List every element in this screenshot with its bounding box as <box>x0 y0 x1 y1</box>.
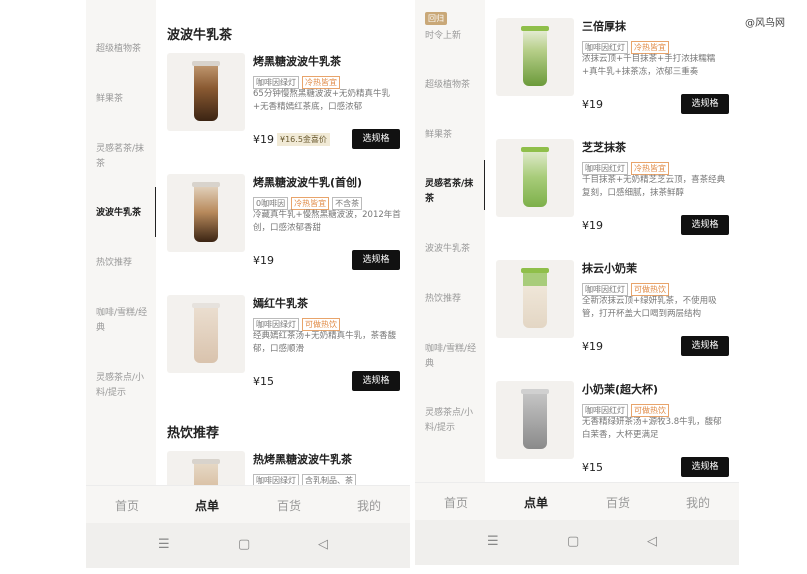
sidebar-item-seasonal[interactable]: 时令上新 <box>425 29 481 44</box>
menu-icon[interactable]: ☰ <box>158 537 170 552</box>
sidebar-item-super-plant-tea[interactable]: 超级植物茶 <box>96 42 152 57</box>
product-tag: 咖啡因绿灯 <box>253 474 299 485</box>
left-phone-screen: 超级植物茶 鲜果茶 灵感茗茶/抹茶 波波牛乳茶 热饮推荐 咖啡/雪糕/经典 灵感… <box>86 0 410 574</box>
product-card[interactable]: 烤黑糖波波牛乳茶 咖啡因绿灯 冷热皆宜 65分钟慢熬黑糖波波+无奶精真牛乳+无香精… <box>156 53 410 163</box>
product-price: ¥19 <box>253 133 274 146</box>
product-card[interactable]: 烤黑糖波波牛乳(首创) 0咖啡因 冷热皆宜 不含茶 冷藏真牛乳+慢熬黑糖波波，201… <box>156 174 410 284</box>
home-square-icon[interactable]: ▢ <box>567 534 579 549</box>
bottom-tab-bar: 首页 点单 百货 我的 <box>86 485 410 523</box>
product-image[interactable] <box>167 295 245 373</box>
section-title: 热饮推荐 <box>167 426 220 441</box>
sidebar-item-coffee[interactable]: 咖啡/雪糕/经典 <box>425 342 481 372</box>
product-description: 65分钟慢熬黑糖波波+无奶精真牛乳+无香精嫣红茶底，口感浓郁 <box>253 89 390 112</box>
sidebar-item-hot-drinks[interactable]: 热饮推荐 <box>425 292 481 307</box>
sidebar-item-fresh-fruit-tea[interactable]: 鲜果茶 <box>96 92 152 107</box>
product-price: ¥19 <box>582 98 603 111</box>
product-list[interactable]: 波波牛乳茶 烤黑糖波波牛乳茶 咖啡因绿灯 冷热皆宜 65分钟慢熬黑糖波波+无奶精真… <box>156 0 410 485</box>
select-spec-button[interactable]: 选规格 <box>681 215 729 235</box>
select-spec-button[interactable]: 选规格 <box>352 129 400 149</box>
product-list[interactable]: 三倍厚抹 咖啡因红灯 冷热皆宜 浓抹云顶+千目抹茶+手打浓抹糯糯+真牛乳+抹茶冻，… <box>485 0 739 485</box>
sidebar-item-snacks[interactable]: 灵感茶点/小料/提示 <box>96 371 152 401</box>
sidebar-item-boba-milk-tea[interactable]: 波波牛乳茶 <box>425 242 481 257</box>
tab-mine[interactable]: 我的 <box>668 494 728 511</box>
product-description: 全新浓抹云顶+绿妍乳茶，不使用吸管，打开杯盖大口喝到两层结构 <box>582 296 717 319</box>
sidebar-item-matcha[interactable]: 灵感茗茶/抹茶 <box>425 177 481 207</box>
product-image[interactable] <box>167 451 245 485</box>
home-square-icon[interactable]: ▢ <box>238 537 250 552</box>
product-card[interactable]: 热烤黑糖波波牛乳茶 咖啡因绿灯 含乳制品、茶 <box>156 451 410 485</box>
product-description: 冷藏真牛乳+慢熬黑糖波波，2012年首创，口感浓郁香甜 <box>253 210 401 233</box>
product-description: 经典嫣红茶汤+无奶精真牛乳，茶香馥郁，口感顺滑 <box>253 331 397 354</box>
select-spec-button[interactable]: 选规格 <box>681 94 729 114</box>
product-name: 三倍厚抹 <box>582 20 626 33</box>
product-name: 芝芝抹茶 <box>582 141 626 154</box>
product-price: ¥19 <box>253 254 274 267</box>
system-nav-bar: ☰ ▢ ◁ <box>86 523 410 568</box>
tab-mine[interactable]: 我的 <box>339 497 399 514</box>
sidebar-item-coffee[interactable]: 咖啡/雪糕/经典 <box>96 306 152 336</box>
sidebar-item-boba-milk-tea[interactable]: 波波牛乳茶 <box>96 206 152 221</box>
product-price: ¥15 <box>582 461 603 474</box>
select-spec-button[interactable]: 选规格 <box>681 457 729 477</box>
product-name: 烤黑糖波波牛乳茶 <box>253 55 341 68</box>
product-price: ¥15 <box>253 375 274 388</box>
category-sidebar: 超级植物茶 鲜果茶 灵感茗茶/抹茶 波波牛乳茶 热饮推荐 咖啡/雪糕/经典 灵感… <box>86 0 157 490</box>
product-image[interactable] <box>167 53 245 131</box>
product-tag: 含乳制品、茶 <box>302 474 356 485</box>
tab-order[interactable]: 点单 <box>506 494 566 511</box>
system-nav-bar: ☰ ▢ ◁ <box>415 520 739 565</box>
product-image[interactable] <box>496 18 574 96</box>
product-name: 烤黑糖波波牛乳(首创) <box>253 176 363 189</box>
category-sidebar: 回归 时令上新 超级植物茶 鲜果茶 灵感茗茶/抹茶 波波牛乳茶 热饮推荐 咖啡/… <box>415 0 486 490</box>
select-spec-button[interactable]: 选规格 <box>352 371 400 391</box>
product-description: 千目抹茶+无奶精芝芝云顶，喜茶经典复刻，口感细腻，抹茶鲜醇 <box>582 175 726 198</box>
sidebar-item-snacks[interactable]: 灵感茶点/小料/提示 <box>425 406 481 436</box>
product-image[interactable] <box>496 260 574 338</box>
section-title: 波波牛乳茶 <box>167 28 233 43</box>
product-name: 抹云小奶茉 <box>582 262 637 275</box>
sidebar-item-hot-drinks[interactable]: 热饮推荐 <box>96 256 152 271</box>
select-spec-button[interactable]: 选规格 <box>352 250 400 270</box>
member-price-badge: ¥16.5金喜价 <box>277 133 330 146</box>
product-description: 浓抹云顶+千目抹茶+手打浓抹糯糯+真牛乳+抹茶冻，浓郁三重奏 <box>582 54 716 77</box>
tab-home[interactable]: 首页 <box>97 497 157 514</box>
product-card[interactable]: 三倍厚抹 咖啡因红灯 冷热皆宜 浓抹云顶+千目抹茶+手打浓抹糯糯+真牛乳+抹茶冻，… <box>485 18 739 128</box>
product-image[interactable] <box>496 139 574 217</box>
sidebar-item-fresh-fruit-tea[interactable]: 鲜果茶 <box>425 128 481 143</box>
product-image[interactable] <box>167 174 245 252</box>
product-description: 无香精绿妍茶汤+源牧3.8牛乳，馥郁白茉香，大杯更满足 <box>582 417 722 440</box>
product-name: 小奶茉(超大杯) <box>582 383 659 396</box>
right-phone-screen: 回归 时令上新 超级植物茶 鲜果茶 灵感茗茶/抹茶 波波牛乳茶 热饮推荐 咖啡/… <box>415 0 739 574</box>
menu-icon[interactable]: ☰ <box>487 534 499 549</box>
sidebar-item-matcha[interactable]: 灵感茗茶/抹茶 <box>96 142 152 172</box>
tab-store[interactable]: 百货 <box>259 497 319 514</box>
product-card[interactable]: 抹云小奶茉 咖啡因红灯 可做热饮 全新浓抹云顶+绿妍乳茶，不使用吸管，打开杯盖大口… <box>485 260 739 370</box>
back-triangle-icon[interactable]: ◁ <box>318 537 328 552</box>
sidebar-item-super-plant-tea[interactable]: 超级植物茶 <box>425 78 481 93</box>
select-spec-button[interactable]: 选规格 <box>681 336 729 356</box>
product-price: ¥19 <box>582 340 603 353</box>
back-triangle-icon[interactable]: ◁ <box>647 534 657 549</box>
bottom-tab-bar: 首页 点单 百货 我的 <box>415 482 739 520</box>
product-name: 嫣红牛乳茶 <box>253 297 308 310</box>
product-price: ¥19 <box>582 219 603 232</box>
product-image[interactable] <box>496 381 574 459</box>
tab-store[interactable]: 百货 <box>588 494 648 511</box>
product-name: 热烤黑糖波波牛乳茶 <box>253 453 352 466</box>
watermark: @风鸟网 <box>745 18 785 29</box>
product-card[interactable]: 小奶茉(超大杯) 咖啡因红灯 可做热饮 无香精绿妍茶汤+源牧3.8牛乳，馥郁白茉香… <box>485 381 739 485</box>
return-badge: 回归 <box>425 12 447 25</box>
tab-home[interactable]: 首页 <box>426 494 486 511</box>
tab-order[interactable]: 点单 <box>177 497 237 514</box>
product-card[interactable]: 芝芝抹茶 咖啡因红灯 冷热皆宜 千目抹茶+无奶精芝芝云顶，喜茶经典复刻，口感细腻，… <box>485 139 739 249</box>
product-card[interactable]: 嫣红牛乳茶 咖啡因绿灯 可做热饮 经典嫣红茶汤+无奶精真牛乳，茶香馥郁，口感顺滑 … <box>156 295 410 405</box>
